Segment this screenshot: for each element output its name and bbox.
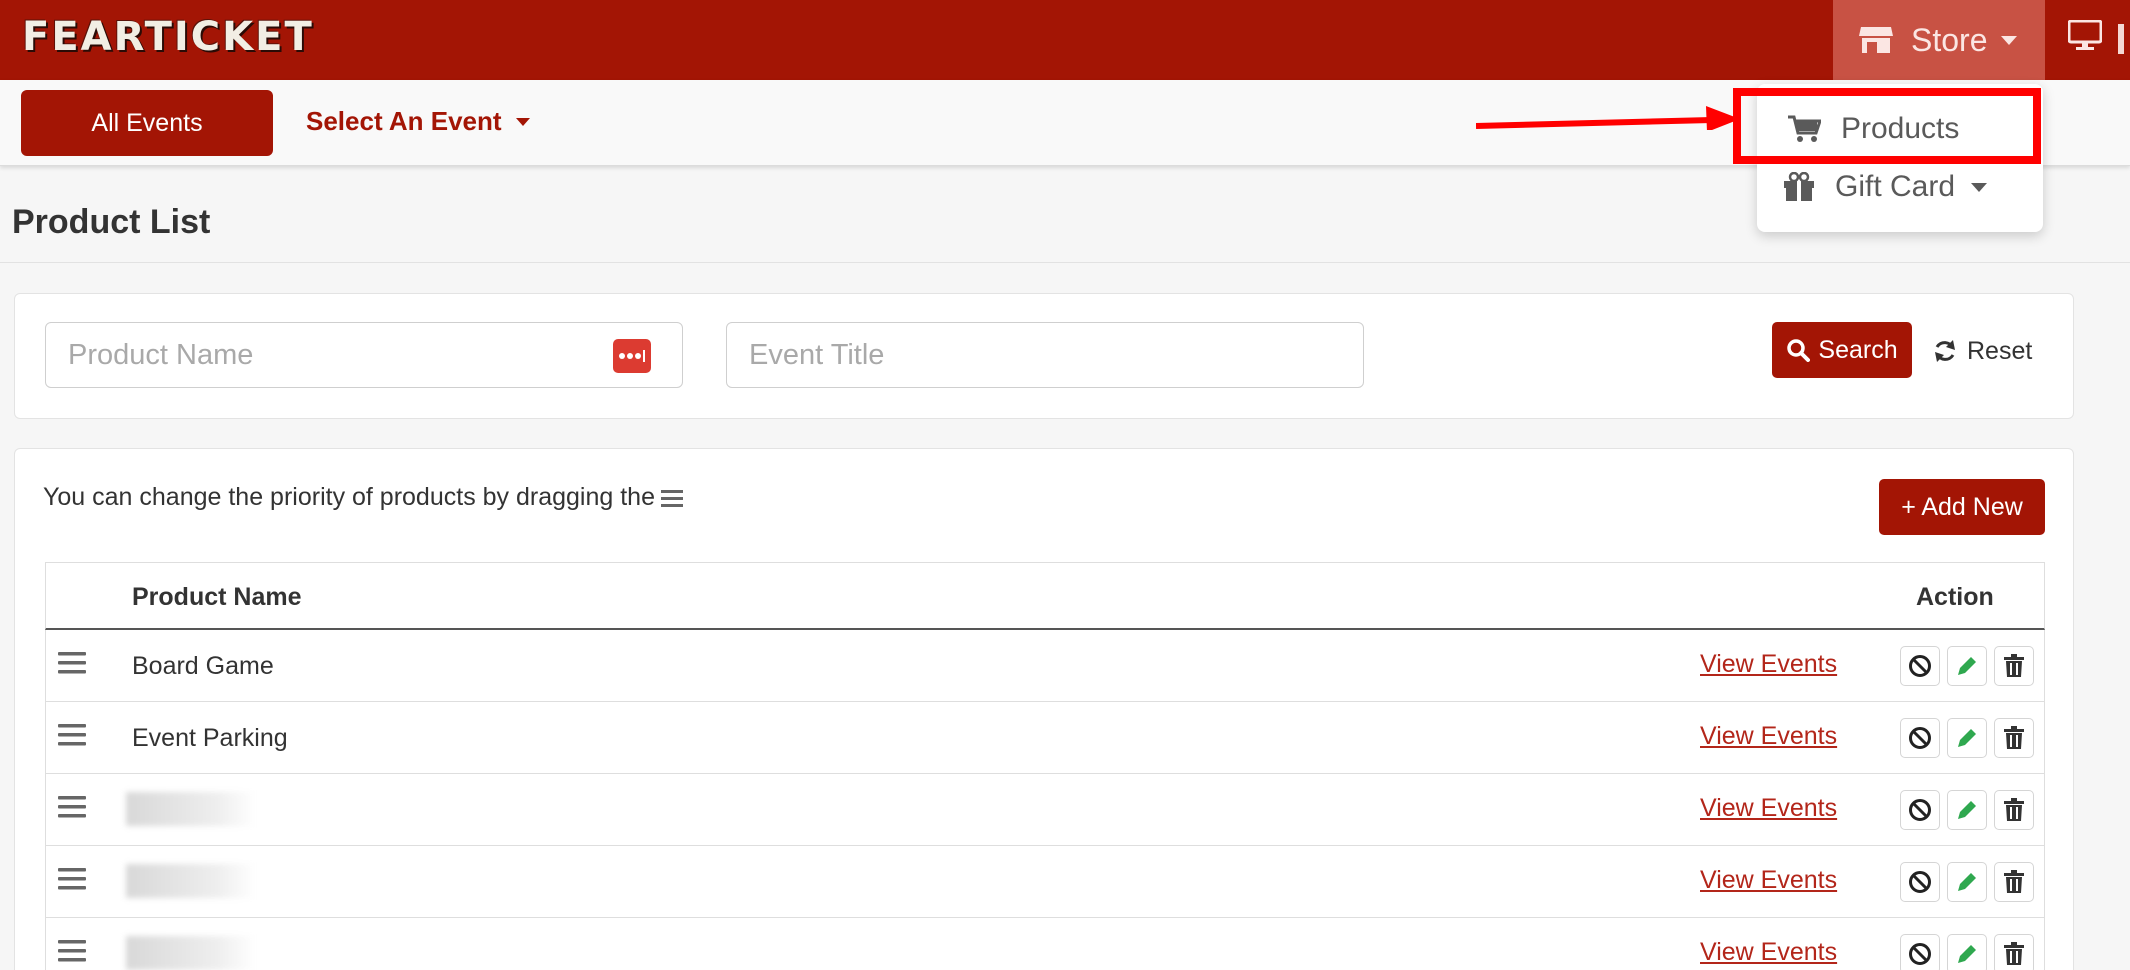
- product-table: Product Name Action Board Game View Even…: [45, 562, 2045, 970]
- menu-item-gift-card[interactable]: Gift Card: [1783, 170, 1988, 204]
- delete-button[interactable]: [1994, 862, 2034, 902]
- drag-handle-icon[interactable]: [58, 794, 86, 820]
- select-event-label: Select An Event: [306, 106, 502, 136]
- disable-button[interactable]: [1900, 718, 1940, 758]
- add-new-button[interactable]: + Add New: [1879, 479, 2045, 535]
- edit-button[interactable]: [1947, 790, 1987, 830]
- ban-icon: [1909, 799, 1931, 821]
- edit-button[interactable]: [1947, 934, 1987, 970]
- event-title-input[interactable]: [726, 322, 1364, 388]
- gift-icon: [1784, 172, 1814, 201]
- search-button[interactable]: Search: [1772, 322, 1912, 378]
- drag-handle-icon[interactable]: [58, 722, 86, 748]
- menu-item-gift-card-label: Gift Card: [1835, 170, 1956, 203]
- delete-button[interactable]: [1994, 718, 2034, 758]
- redacted-product-name: [126, 864, 256, 898]
- redacted-product-name: [126, 936, 256, 970]
- disable-button[interactable]: [1900, 790, 1940, 830]
- edit-button[interactable]: [1947, 646, 1987, 686]
- redacted-product-name: [126, 792, 256, 826]
- edit-button[interactable]: [1947, 862, 1987, 902]
- table-row: View Events: [45, 846, 2045, 918]
- view-events-link[interactable]: View Events: [1700, 866, 1837, 895]
- logo[interactable]: FEARTICKET: [22, 14, 314, 60]
- select-event-dropdown[interactable]: Select An Event: [306, 106, 530, 137]
- ban-icon: [1909, 943, 1931, 965]
- pencil-icon: [1958, 729, 1976, 747]
- trash-icon: [2004, 654, 2024, 677]
- disable-button[interactable]: [1900, 862, 1940, 902]
- dots-icon: [619, 350, 645, 362]
- reset-button[interactable]: Reset: [1933, 326, 2032, 376]
- ban-icon: [1909, 727, 1931, 749]
- drag-hint: You can change the priority of products …: [43, 483, 683, 512]
- password-manager-icon[interactable]: [613, 339, 651, 373]
- table-row: View Events: [45, 774, 2045, 846]
- navbar-overflow-item[interactable]: [2118, 24, 2124, 54]
- store-icon: [1859, 27, 1893, 53]
- edit-button[interactable]: [1947, 718, 1987, 758]
- delete-button[interactable]: [1994, 934, 2034, 970]
- reset-button-label: Reset: [1967, 336, 2033, 365]
- view-events-link[interactable]: View Events: [1700, 650, 1837, 679]
- view-events-link[interactable]: View Events: [1700, 938, 1837, 967]
- ban-icon: [1909, 871, 1931, 893]
- pencil-icon: [1958, 873, 1976, 891]
- product-list-panel: You can change the priority of products …: [14, 448, 2074, 970]
- drag-hint-text: You can change the priority of products …: [43, 483, 655, 511]
- ban-icon: [1909, 655, 1931, 677]
- search-icon: [1787, 339, 1811, 362]
- drag-handle-icon: [661, 489, 683, 507]
- product-name-cell: Board Game: [132, 652, 274, 680]
- monitor-icon[interactable]: [2068, 20, 2102, 52]
- annotation-arrow-icon: [1476, 106, 1740, 130]
- disable-button[interactable]: [1900, 934, 1940, 970]
- search-panel: Search Reset: [14, 293, 2074, 419]
- product-name-cell: Event Parking: [132, 724, 288, 752]
- trash-icon: [2004, 942, 2024, 965]
- page-title: Product List: [12, 203, 211, 241]
- drag-handle-icon[interactable]: [58, 866, 86, 892]
- table-row: Event Parking View Events: [45, 702, 2045, 774]
- column-header-product-name: Product Name: [132, 583, 302, 611]
- drag-handle-icon[interactable]: [58, 938, 86, 964]
- delete-button[interactable]: [1994, 790, 2034, 830]
- trash-icon: [2004, 798, 2024, 821]
- pencil-icon: [1958, 945, 1976, 963]
- refresh-icon: [1935, 340, 1955, 362]
- table-row: View Events: [45, 918, 2045, 970]
- store-label: Store: [1911, 21, 1988, 58]
- disable-button[interactable]: [1900, 646, 1940, 686]
- table-row: Board Game View Events: [45, 630, 2045, 702]
- chevron-down-icon: [1971, 182, 1988, 192]
- annotation-highlight-products: [1733, 88, 2041, 164]
- trash-icon: [2004, 726, 2024, 749]
- divider: [0, 262, 2130, 263]
- table-header: Product Name Action: [45, 562, 2045, 630]
- view-events-link[interactable]: View Events: [1700, 794, 1837, 823]
- column-header-action: Action: [1916, 583, 1994, 611]
- view-events-link[interactable]: View Events: [1700, 722, 1837, 751]
- product-name-input[interactable]: [45, 322, 683, 388]
- drag-handle-icon[interactable]: [58, 650, 86, 676]
- trash-icon: [2004, 870, 2024, 893]
- store-menu-button[interactable]: Store: [1833, 0, 2045, 80]
- all-events-button[interactable]: All Events: [21, 90, 273, 156]
- delete-button[interactable]: [1994, 646, 2034, 686]
- chevron-down-icon: [2001, 35, 2018, 45]
- search-button-label: Search: [1818, 335, 1898, 364]
- pencil-icon: [1958, 801, 1976, 819]
- top-navbar: FEARTICKET Store: [0, 0, 2130, 80]
- pencil-icon: [1958, 657, 1976, 675]
- chevron-down-icon: [515, 117, 530, 126]
